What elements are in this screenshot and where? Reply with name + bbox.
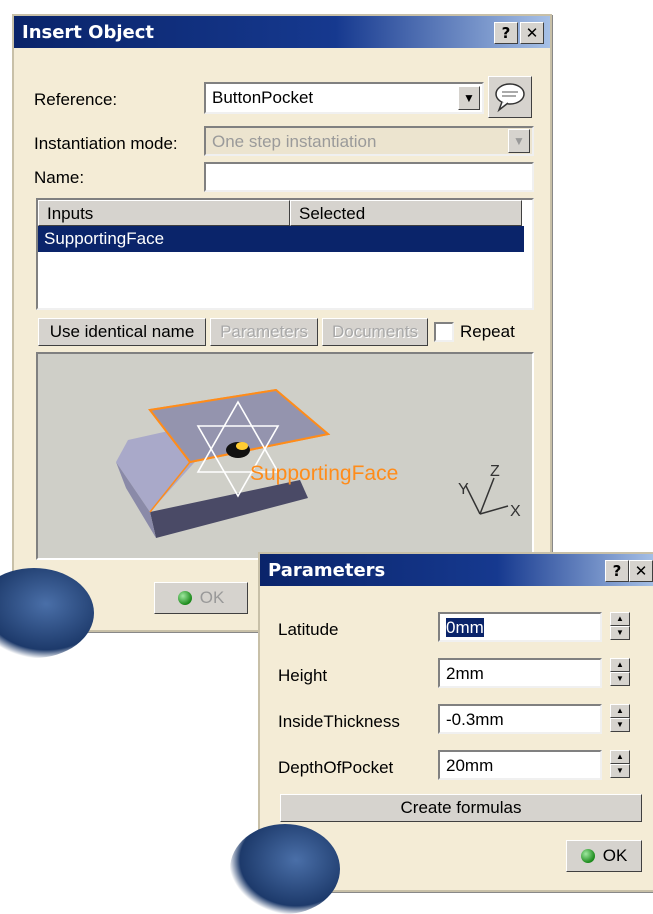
column-header-selected[interactable]: Selected — [290, 200, 522, 226]
ok-green-dot-icon — [580, 849, 595, 863]
inputs-table: Inputs Selected SupportingFace — [36, 198, 534, 310]
inside-thickness-spinner[interactable]: ▲ ▼ — [610, 704, 630, 732]
parameters-dialog: Parameters ? ✕ Latitude 0mm ▲ ▼ Height 2m… — [230, 552, 653, 914]
parameters-titlebar[interactable]: Parameters ? ✕ — [260, 554, 653, 586]
latitude-label: Latitude — [278, 620, 339, 639]
ok-label: OK — [602, 846, 628, 865]
axis-x-label: X — [510, 503, 521, 520]
speech-bubble-icon — [495, 83, 525, 113]
use-identical-name-button[interactable]: Use identical name — [38, 318, 206, 346]
ok-button[interactable]: OK — [154, 582, 248, 614]
chevron-down-icon[interactable]: ▼ — [508, 129, 530, 153]
preview-viewer: SupportingFace Y Z X — [36, 352, 534, 560]
depth-of-pocket-field[interactable]: 20mm — [438, 750, 602, 780]
close-button[interactable]: ✕ — [520, 22, 544, 44]
latitude-field[interactable]: 0mm — [438, 612, 602, 642]
instantiation-mode-select[interactable]: One step instantiation ▼ — [204, 126, 534, 156]
inside-thickness-field[interactable]: -0.3mm — [438, 704, 602, 734]
depth-of-pocket-value: 20mm — [446, 756, 494, 775]
inside-thickness-value: -0.3mm — [446, 710, 504, 729]
instantiation-mode-value: One step instantiation — [212, 132, 377, 151]
ok-label: OK — [199, 588, 225, 607]
height-field[interactable]: 2mm — [438, 658, 602, 688]
latitude-spinner[interactable]: ▲ ▼ — [610, 612, 630, 640]
catia-logo-swoosh — [0, 568, 94, 658]
reference-select[interactable]: ButtonPocket ▼ — [204, 82, 484, 114]
help-button[interactable]: ? — [494, 22, 518, 44]
table-row[interactable]: SupportingFace — [38, 226, 524, 252]
insert-object-title: Insert Object — [22, 22, 155, 43]
name-label: Name: — [34, 168, 85, 187]
close-button[interactable]: ✕ — [629, 560, 653, 582]
latitude-value: 0mm — [446, 618, 484, 637]
row-input-name: SupportingFace — [44, 229, 165, 248]
reference-label: Reference: — [34, 90, 118, 109]
parameters-button[interactable]: Parameters — [210, 318, 318, 346]
axis-triad-icon — [465, 477, 509, 515]
help-button[interactable]: ? — [605, 560, 629, 582]
depth-of-pocket-label: DepthOfPocket — [278, 758, 394, 777]
depth-of-pocket-spinner[interactable]: ▲ ▼ — [610, 750, 630, 778]
ok-button[interactable]: OK — [566, 840, 642, 872]
insert-object-dialog: Insert Object ? ✕ Reference: ButtonPocke… — [0, 14, 552, 658]
axis-y-label: Y — [458, 481, 469, 498]
create-formulas-button[interactable]: Create formulas — [280, 794, 642, 822]
parameters-title: Parameters — [268, 560, 386, 581]
column-header-inputs[interactable]: Inputs — [38, 200, 290, 226]
ok-green-dot-icon — [177, 591, 192, 605]
reference-value: ButtonPocket — [212, 88, 314, 107]
insert-object-titlebar[interactable]: Insert Object ? ✕ — [14, 16, 550, 48]
documents-button[interactable]: Documents — [322, 318, 428, 346]
repeat-checkbox[interactable] — [434, 322, 454, 342]
instantiation-mode-label: Instantiation mode: — [34, 134, 178, 153]
catia-logo-swoosh — [230, 824, 340, 914]
height-label: Height — [278, 666, 328, 685]
catalog-browser-button[interactable] — [488, 76, 532, 118]
chevron-down-icon[interactable]: ▼ — [458, 86, 480, 110]
name-field[interactable] — [204, 162, 534, 192]
axis-z-label: Z — [490, 463, 500, 480]
repeat-label: Repeat — [460, 322, 515, 341]
preview-3d-model: SupportingFace Y Z X — [116, 388, 521, 538]
supporting-face-annotation: SupportingFace — [250, 462, 398, 485]
height-value: 2mm — [446, 664, 484, 683]
inside-thickness-label: InsideThickness — [278, 712, 400, 731]
height-spinner[interactable]: ▲ ▼ — [610, 658, 630, 686]
